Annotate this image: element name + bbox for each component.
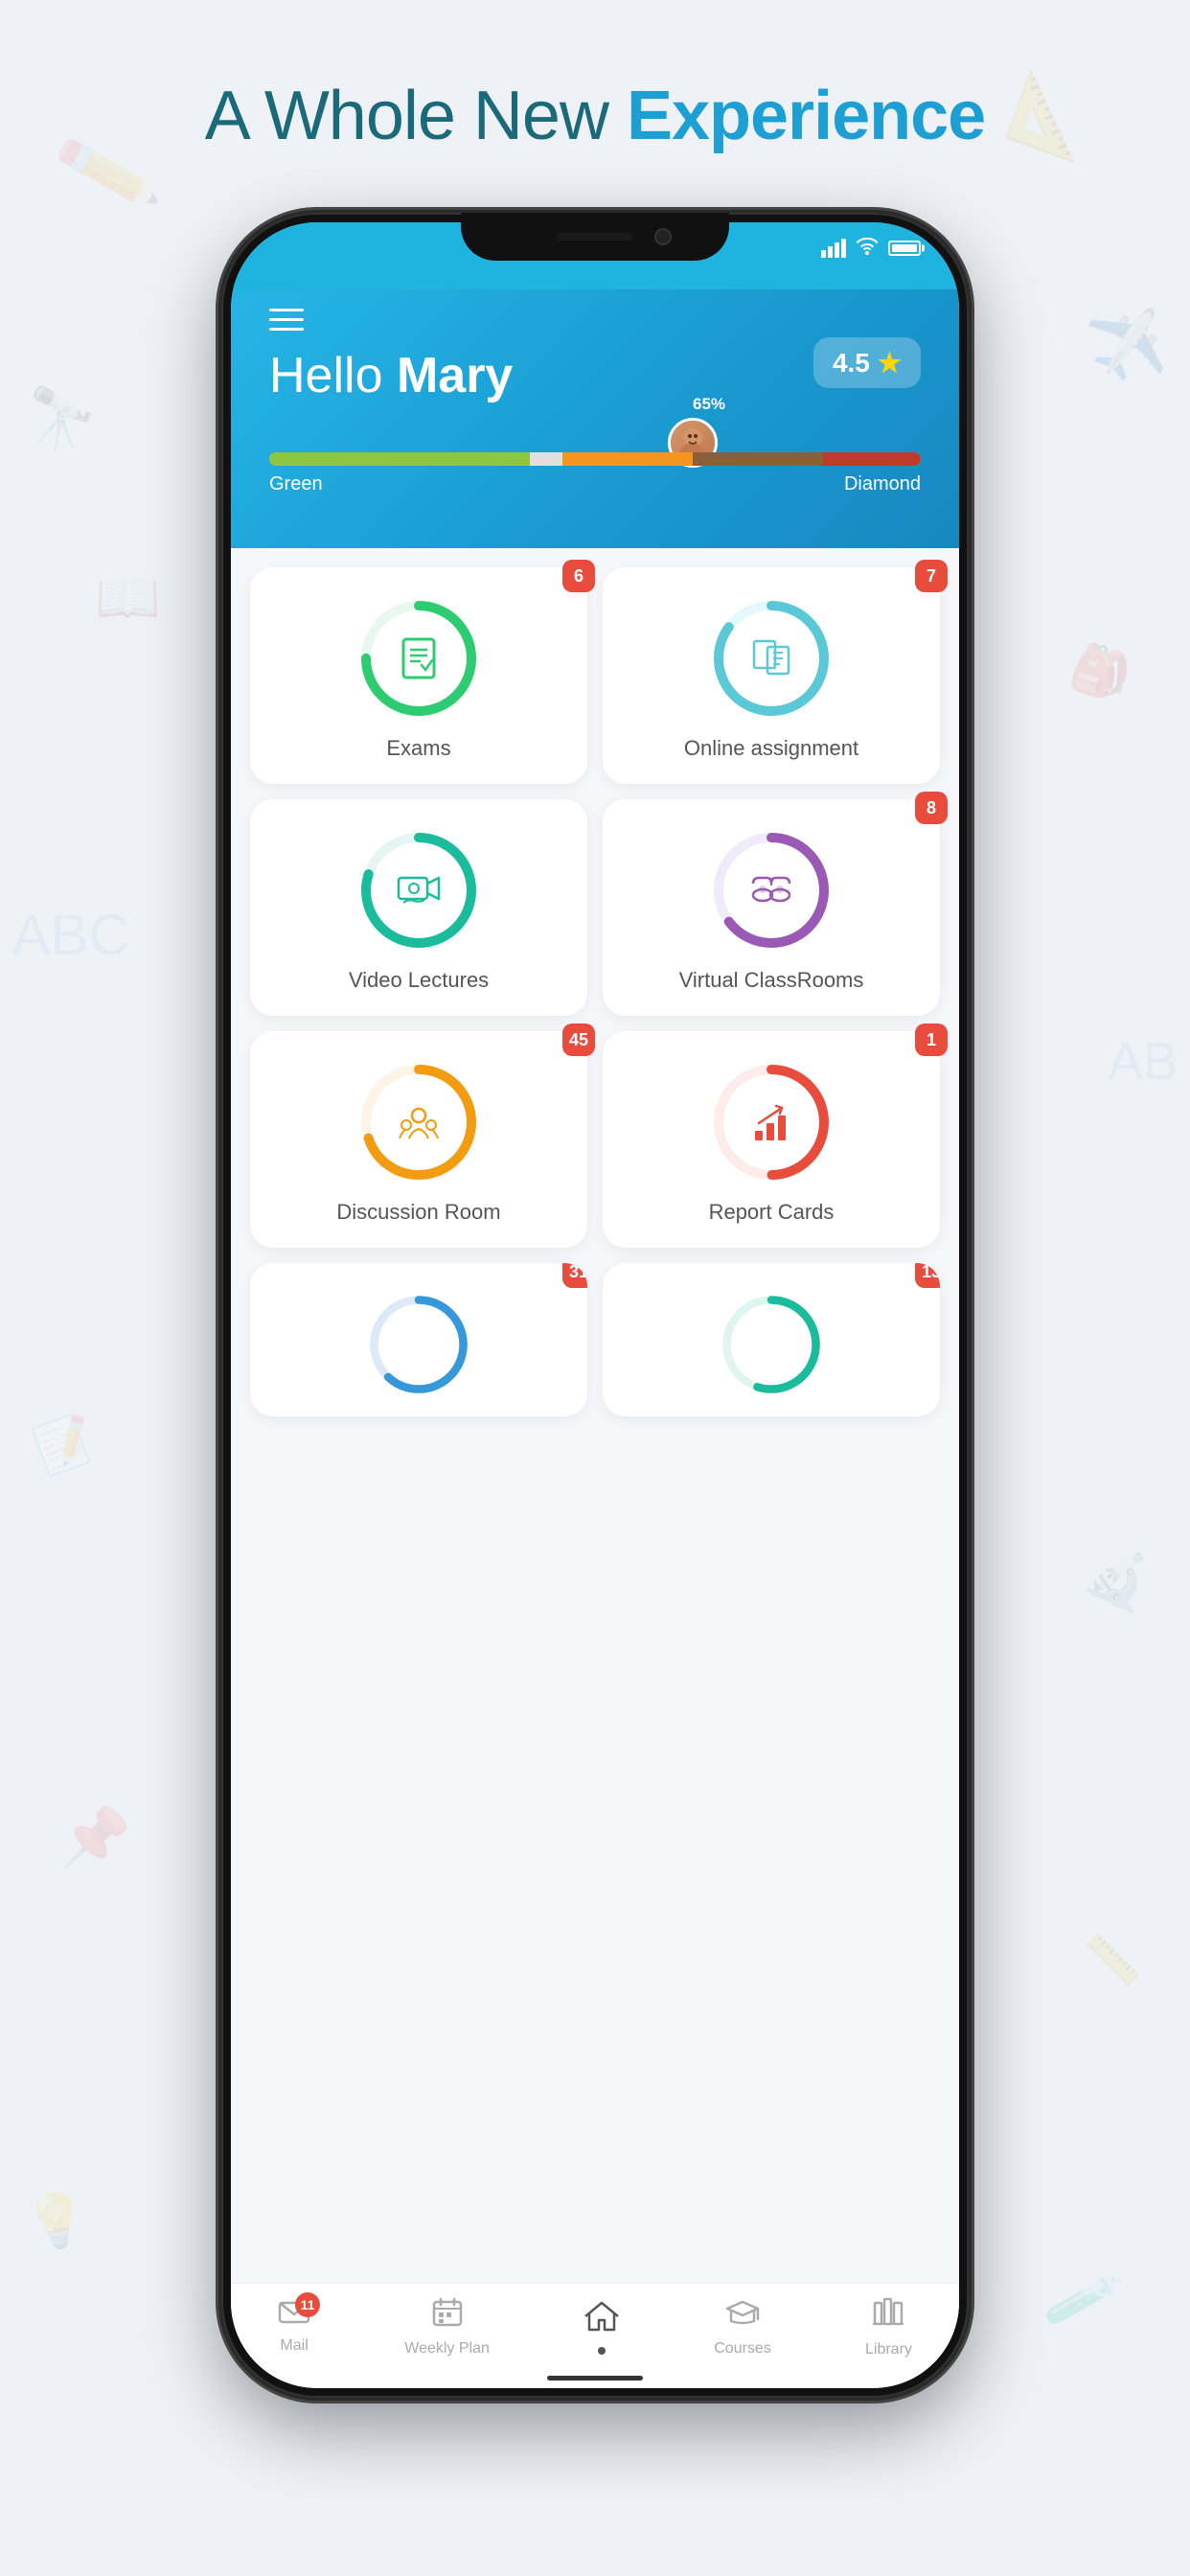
home-icon [584, 2299, 620, 2341]
discussion-room-icon [390, 1093, 447, 1151]
card-row-4-partial: 31 13 [250, 1263, 940, 1416]
phone-frame: Hello Mary 4.5 ★ [221, 213, 969, 2398]
wifi-icon [856, 236, 879, 261]
report-cards-badge: 1 [915, 1024, 948, 1056]
discussion-room-label: Discussion Room [336, 1200, 500, 1225]
exams-card[interactable]: 6 [250, 567, 587, 784]
weekly-plan-label: Weekly Plan [404, 2340, 490, 2358]
mail-label: Mail [280, 2337, 308, 2355]
virtual-classrooms-badge: 8 [915, 792, 948, 824]
library-icon [871, 2295, 905, 2337]
page-title: A Whole New Experience [205, 77, 985, 155]
discussion-room-badge: 45 [562, 1024, 595, 1056]
signal-icon [821, 239, 846, 258]
nav-home[interactable] [584, 2299, 620, 2355]
exams-icon-wrap [356, 596, 481, 721]
exams-label: Exams [386, 736, 450, 761]
nav-courses[interactable]: Courses [714, 2296, 771, 2358]
battery-icon [888, 241, 921, 256]
discussion-room-card[interactable]: 45 [250, 1031, 587, 1248]
video-lectures-card[interactable]: Video Lectures [250, 799, 587, 1016]
card-row-3: 45 [250, 1031, 940, 1248]
virtual-classrooms-label: Virtual ClassRooms [679, 968, 864, 993]
content-area: 6 [231, 548, 959, 2302]
report-cards-icon [743, 1093, 800, 1151]
online-assignment-card[interactable]: 7 [603, 567, 940, 784]
video-lectures-icon [390, 862, 447, 919]
online-assignment-label: Online assignment [684, 736, 858, 761]
bottom-nav: 11 Mail Weekly Plan [231, 2283, 959, 2388]
virtual-classrooms-icon [743, 862, 800, 919]
speaker [557, 233, 633, 241]
progress-labels: Green Diamond [269, 473, 921, 495]
exams-badge: 6 [562, 560, 595, 592]
online-assignment-icon-wrap [709, 596, 834, 721]
status-right [821, 232, 921, 261]
rating-badge: 4.5 ★ [813, 337, 921, 388]
progress-label-right: Diamond [844, 473, 921, 495]
home-active-dot [598, 2347, 606, 2355]
nav-mail[interactable]: 11 Mail [278, 2298, 310, 2355]
progress-bar [269, 452, 921, 466]
notch [461, 213, 729, 261]
card-row-2: Video Lectures 8 [250, 799, 940, 1016]
hamburger-menu[interactable] [269, 309, 304, 331]
card-row-1: 6 [250, 567, 940, 784]
partial-card-2[interactable]: 13 [603, 1263, 940, 1416]
home-indicator [547, 2376, 643, 2380]
rating-value: 4.5 [833, 348, 870, 379]
video-lectures-icon-wrap [356, 828, 481, 953]
weekly-plan-icon [431, 2296, 464, 2336]
progress-container: 65% Green Diamond [269, 452, 921, 495]
partial-card-1-badge: 31 [562, 1263, 587, 1288]
progress-label-left: Green [269, 473, 323, 495]
report-cards-label: Report Cards [709, 1200, 835, 1225]
star-icon: ★ [878, 347, 902, 379]
nav-library[interactable]: Library [865, 2295, 912, 2358]
library-label: Library [865, 2341, 912, 2358]
exams-icon [390, 630, 447, 687]
video-lectures-label: Video Lectures [349, 968, 489, 993]
online-assignment-icon [743, 630, 800, 687]
courses-label: Courses [714, 2340, 771, 2358]
nav-weekly-plan[interactable]: Weekly Plan [404, 2296, 490, 2358]
progress-percent: 65% [693, 395, 725, 414]
virtual-classrooms-icon-wrap [709, 828, 834, 953]
report-cards-icon-wrap [709, 1060, 834, 1184]
partial-card-2-badge: 13 [915, 1263, 940, 1288]
camera [654, 228, 672, 245]
partial-card-1[interactable]: 31 [250, 1263, 587, 1416]
discussion-room-icon-wrap [356, 1060, 481, 1184]
greeting: Hello Mary [269, 347, 513, 404]
online-assignment-badge: 7 [915, 560, 948, 592]
report-cards-card[interactable]: 1 [603, 1031, 940, 1248]
courses-icon [725, 2296, 760, 2336]
virtual-classrooms-card[interactable]: 8 [603, 799, 940, 1016]
phone-screen: Hello Mary 4.5 ★ [231, 222, 959, 2388]
mail-badge: 11 [295, 2292, 320, 2317]
